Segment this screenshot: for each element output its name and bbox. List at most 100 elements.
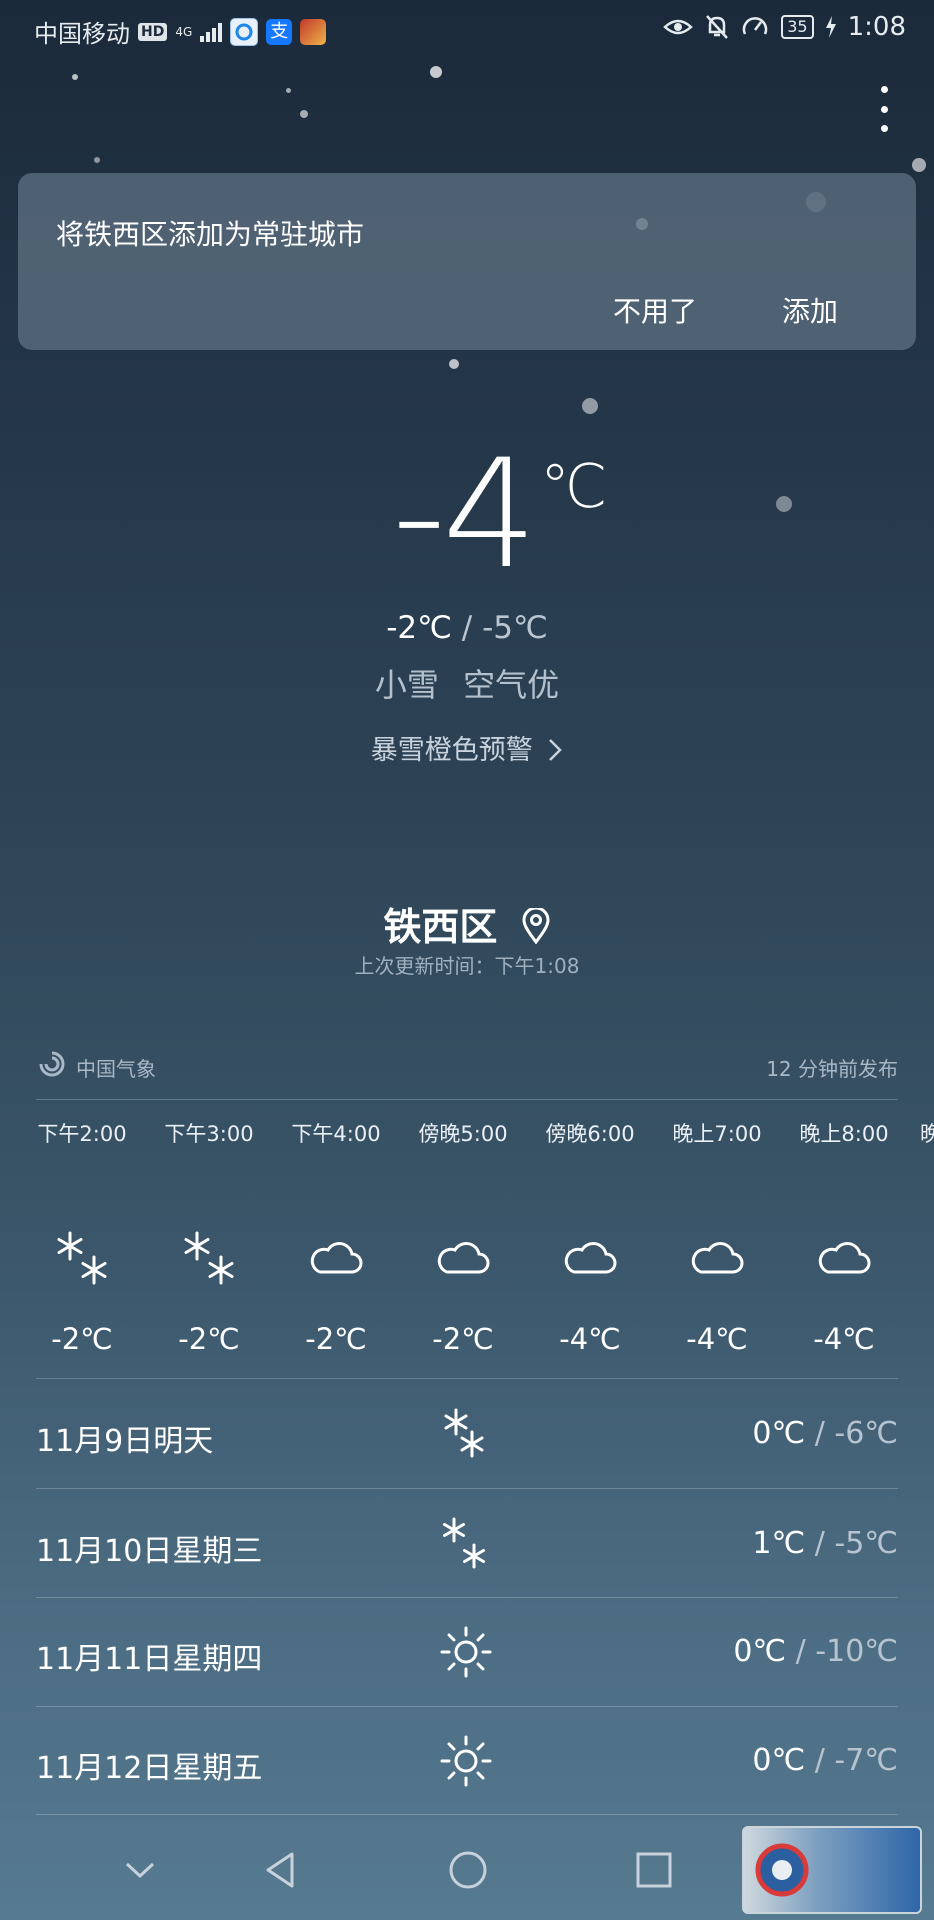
hour-item: 晚 xyxy=(920,1118,934,1148)
network-label: 4G xyxy=(175,24,193,39)
cloud-icon xyxy=(310,1242,363,1274)
game-app-icon xyxy=(300,18,327,45)
dismiss-button[interactable]: 不用了 xyxy=(613,290,697,330)
today-high-low: -2℃ / -5℃ xyxy=(0,610,934,646)
weather-condition: 小雪 空气优 xyxy=(374,666,560,704)
eye-icon xyxy=(663,19,694,35)
hour-time: 下午2:00 xyxy=(37,1122,127,1146)
bell-off-icon xyxy=(706,15,729,39)
day-date: 11月11日星期四 xyxy=(36,1642,263,1677)
hour-temp: -2℃ xyxy=(51,1322,113,1356)
battery-icon: 35 xyxy=(781,15,814,39)
day-high: 0℃ xyxy=(752,1743,806,1778)
day-date: 11月12日星期五 xyxy=(36,1751,263,1786)
snowflake xyxy=(430,66,442,78)
snow-icon xyxy=(57,1231,107,1285)
snowflake xyxy=(72,74,78,80)
back-icon[interactable] xyxy=(260,1846,300,1894)
hour-time: 晚 xyxy=(920,1122,934,1146)
city-name: 铁西区 xyxy=(0,896,934,951)
cma-logo-icon xyxy=(39,1051,65,1077)
speedometer-icon xyxy=(743,17,768,35)
snowflake xyxy=(300,110,308,118)
more-options-icon[interactable] xyxy=(872,86,896,132)
hour-temp: -2℃ xyxy=(178,1322,240,1356)
hour-temp: -2℃ xyxy=(305,1322,367,1356)
home-icon[interactable] xyxy=(446,1846,490,1894)
cloud-icon xyxy=(564,1242,617,1274)
hour-item: 晚上7:00 -4℃ xyxy=(653,1118,781,1356)
today-high: -2℃ xyxy=(386,610,452,646)
hour-item: 傍晚6:00 -4℃ xyxy=(526,1118,654,1356)
snow-icon xyxy=(444,1408,484,1458)
snowflake xyxy=(912,158,926,172)
watermark-emblem-icon xyxy=(755,1843,809,1897)
day-date: 11月9日明天 xyxy=(36,1424,214,1459)
hour-temp: -4℃ xyxy=(559,1322,621,1356)
daily-row[interactable]: 11月11日星期四 0℃ / -10℃ xyxy=(36,1598,898,1706)
status-bar: 中国移动 HD 4G 支 35 1:08 xyxy=(0,0,934,56)
high-low-separator: / xyxy=(805,1526,835,1561)
temperature-unit: ℃ xyxy=(540,452,608,522)
carrier-label: 中国移动 xyxy=(34,20,130,48)
cloud-icon xyxy=(818,1242,871,1274)
cloud-icon xyxy=(691,1242,744,1274)
hour-item: 下午3:00 -2℃ xyxy=(145,1118,273,1356)
day-temps: 1℃ / -5℃ xyxy=(752,1526,898,1561)
city-label: 铁西区 xyxy=(383,905,498,949)
cloud-icon xyxy=(437,1242,490,1274)
day-high: 1℃ xyxy=(752,1526,806,1561)
hour-temp: -2℃ xyxy=(432,1322,494,1356)
high-low-separator: / xyxy=(451,610,483,646)
location-pin-icon xyxy=(522,906,550,945)
publish-time: 12 分钟前发布 xyxy=(766,1057,898,1081)
snowflake xyxy=(449,359,459,369)
qq-browser-icon xyxy=(230,17,259,46)
day-low: -5℃ xyxy=(834,1526,898,1561)
day-low: -10℃ xyxy=(815,1634,898,1669)
hour-item: 晚上8:00 -4℃ xyxy=(780,1118,908,1356)
daily-row[interactable]: 11月10日星期三 1℃ / -5℃ xyxy=(36,1490,898,1598)
sun-icon xyxy=(440,1626,492,1678)
sun-icon xyxy=(440,1735,492,1787)
add-button[interactable]: 添加 xyxy=(782,290,838,330)
hide-navbar-chevron-down-icon[interactable] xyxy=(122,1846,158,1894)
current-temperature: -4 xyxy=(392,428,538,602)
snowflake xyxy=(286,88,291,93)
divider xyxy=(36,1378,898,1379)
hour-time: 晚上8:00 xyxy=(799,1122,889,1146)
hour-item: 下午4:00 -2℃ xyxy=(272,1118,400,1356)
chevron-right-icon xyxy=(549,739,563,761)
high-low-separator: / xyxy=(805,1416,835,1451)
hourly-forecast[interactable]: 下午2:00 -2℃ 下午3:00 -2℃ 下午4:00 -2℃ 傍晚5:00 … xyxy=(0,1118,934,1358)
snowflake xyxy=(582,398,598,414)
recents-icon[interactable] xyxy=(634,1846,674,1894)
add-city-message: 将铁西区添加为常驻城市 xyxy=(56,218,365,251)
data-source-name: 中国气象 xyxy=(76,1057,156,1081)
daily-row[interactable]: 11月9日明天 0℃ / -6℃ xyxy=(36,1380,898,1488)
daily-row[interactable]: 11月12日星期五 0℃ / -7℃ xyxy=(36,1707,898,1815)
day-date: 11月10日星期三 xyxy=(36,1534,263,1569)
divider xyxy=(36,1488,898,1489)
alipay-icon: 支 xyxy=(266,18,293,45)
hour-temp: -4℃ xyxy=(686,1322,748,1356)
weather-alert-link[interactable]: 暴雪橙色预警 xyxy=(0,728,934,767)
day-temps: 0℃ / -7℃ xyxy=(752,1743,898,1778)
hour-time: 下午4:00 xyxy=(291,1122,381,1146)
data-source-row: 中国气象 12 分钟前发布 xyxy=(38,1050,898,1084)
hd-badge: HD xyxy=(138,22,168,41)
high-low-separator: / xyxy=(805,1743,835,1778)
snowflake xyxy=(94,157,100,163)
snow-icon xyxy=(443,1517,485,1569)
hour-time: 傍晚6:00 xyxy=(545,1122,635,1146)
day-low: -7℃ xyxy=(834,1743,898,1778)
hour-item: 傍晚5:00 -2℃ xyxy=(399,1118,527,1356)
day-high: 0℃ xyxy=(752,1416,806,1451)
clock: 1:08 xyxy=(847,12,906,42)
high-low-separator: / xyxy=(786,1634,816,1669)
watermark-logo xyxy=(742,1826,922,1914)
day-temps: 0℃ / -6℃ xyxy=(752,1416,898,1451)
hour-time: 傍晚5:00 xyxy=(418,1122,508,1146)
hour-time: 下午3:00 xyxy=(164,1122,254,1146)
divider xyxy=(36,1814,898,1815)
